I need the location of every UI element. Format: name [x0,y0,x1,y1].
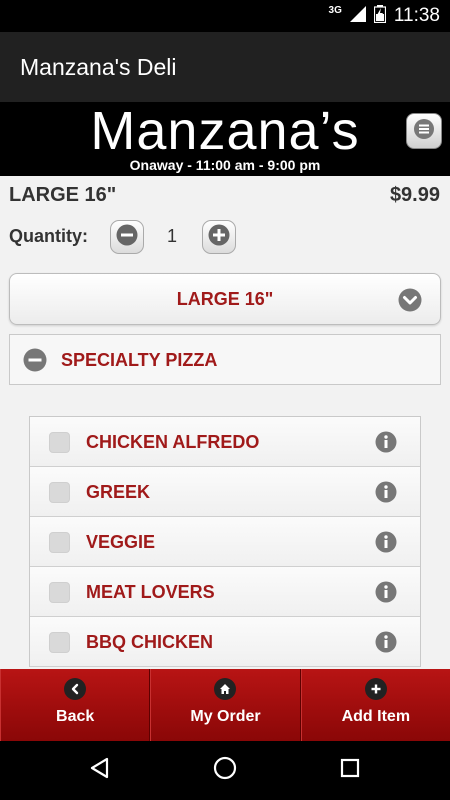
quantity-value: 1 [166,226,177,246]
list-item[interactable]: GREEK [30,467,420,517]
nav-recents-button[interactable] [335,755,365,785]
add-item-button[interactable]: Add Item [300,669,450,741]
quantity-increase-button[interactable] [202,220,236,254]
minus-icon [116,224,138,251]
plus-icon [364,678,387,700]
item-title: LARGE 16" [9,184,117,206]
status-time: 11:38 [393,5,440,26]
pizza-list: CHICKEN ALFREDO GREEK VEGGIE MEAT LOVERS… [29,416,421,667]
home-icon [214,678,237,700]
plus-icon [208,224,230,251]
size-select-value: LARGE 16" [176,289,274,309]
checkbox[interactable] [49,532,70,553]
pizza-label: VEGGIE [86,532,156,552]
size-select[interactable]: LARGE 16" [9,273,441,325]
battery-icon [373,4,386,28]
menu-button[interactable] [406,113,442,149]
quantity-label: Quantity: [9,226,88,246]
checkbox[interactable] [49,482,70,503]
checkbox[interactable] [49,632,70,653]
app-bar: Manzana's Deli [0,32,450,102]
brand-header: Manzana’s Onaway - 11:00 am - 9:00 pm [0,101,450,176]
nav-back-button[interactable] [85,755,115,785]
checkbox[interactable] [49,582,70,603]
info-icon[interactable] [375,631,397,658]
menu-icon [413,118,435,145]
info-icon[interactable] [375,531,397,558]
action-bar: Back My Order Add Item [0,669,450,741]
store-hours: Onaway - 11:00 am - 9:00 pm [129,157,321,173]
info-icon[interactable] [375,431,397,458]
info-icon[interactable] [375,581,397,608]
status-icons: 3G 11:38 [329,0,440,32]
checkbox[interactable] [49,432,70,453]
category-label: SPECIALTY PIZZA [61,350,218,370]
signal-icon [349,5,366,27]
pizza-label: BBQ CHICKEN [86,632,214,652]
quantity-decrease-button[interactable] [110,220,144,254]
status-bar: 3G 11:38 [0,0,450,32]
circle-home-icon [213,756,237,785]
list-item[interactable]: VEGGIE [30,517,420,567]
info-icon[interactable] [375,481,397,508]
item-price: $9.99 [389,184,440,206]
navigation-bar [0,741,450,800]
app-title: Manzana's Deli [20,54,177,80]
square-recents-icon [340,758,360,783]
my-order-button[interactable]: My Order [150,669,301,741]
collapse-icon[interactable] [23,348,47,377]
category-header[interactable]: SPECIALTY PIZZA [9,334,441,385]
list-item[interactable]: BBQ CHICKEN [30,617,420,667]
chevron-down-icon [398,288,422,317]
add-item-label: Add Item [341,708,411,725]
list-item[interactable]: MEAT LOVERS [30,567,420,617]
pizza-label: MEAT LOVERS [86,582,215,602]
pizza-label: GREEK [86,482,151,502]
chevron-left-icon [64,678,87,700]
back-button[interactable]: Back [0,669,151,741]
network-type: 3G [328,4,342,16]
back-label: Back [56,708,95,725]
my-order-label: My Order [190,708,261,725]
nav-home-button[interactable] [210,755,240,785]
pizza-label: CHICKEN ALFREDO [86,432,260,452]
brand-logo: Manzana’s [90,101,360,161]
triangle-back-icon [89,757,111,784]
list-item[interactable]: CHICKEN ALFREDO [30,417,420,467]
